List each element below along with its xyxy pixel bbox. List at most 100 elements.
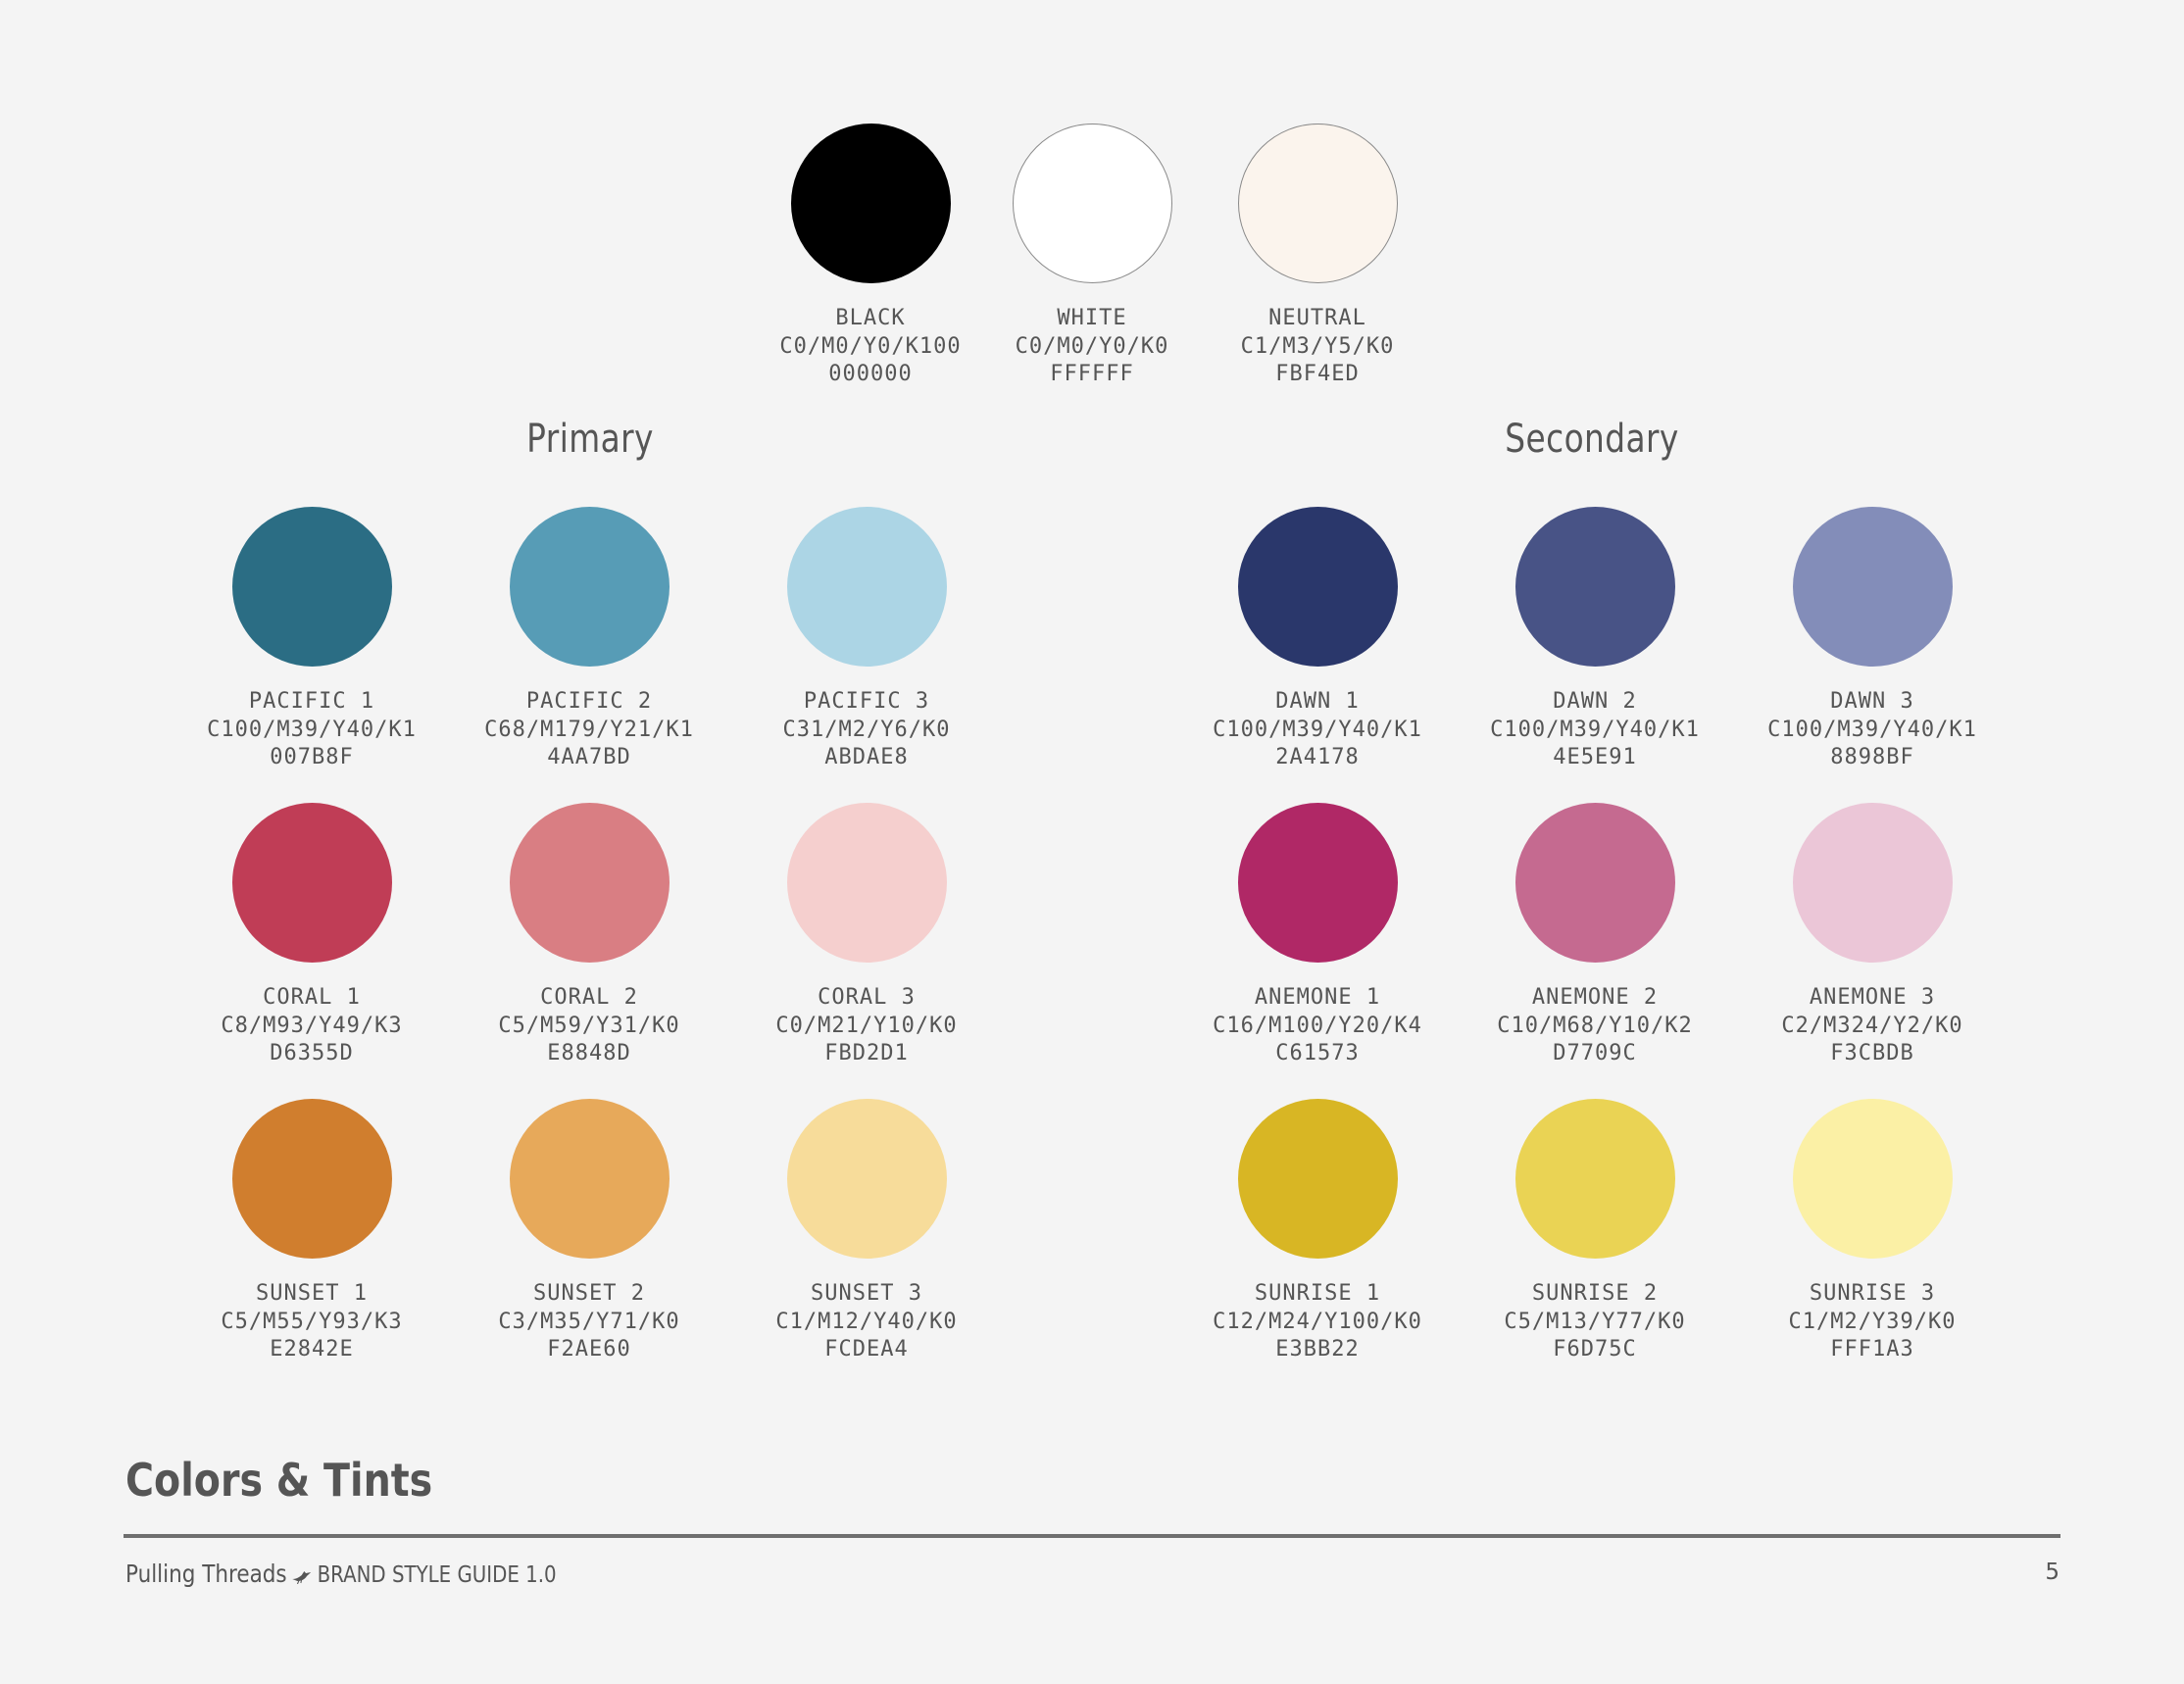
swatch-name: DAWN 2 [1553, 689, 1637, 714]
swatch-hex: 007B8F [270, 745, 354, 769]
swatch-label: CORAL 1 C8/M93/Y49/K3 D6355D [165, 984, 459, 1068]
swatch-sunset-2: SUNSET 2 C3/M35/Y71/K0 F2AE60 [442, 1099, 736, 1364]
swatch-label: SUNRISE 2 C5/M13/Y77/K0 F6D75C [1448, 1280, 1742, 1364]
swatch-hex: E3BB22 [1275, 1337, 1360, 1362]
swatch-pacific-1: PACIFIC 1 C100/M39/Y40/K1 007B8F [165, 507, 459, 772]
swatch-name: DAWN 3 [1830, 689, 1914, 714]
swatch-circle [231, 1099, 392, 1259]
swatch-cmyk: C12/M24/Y100/K0 [1213, 1309, 1422, 1334]
swatch-cmyk: C1/M2/Y39/K0 [1788, 1309, 1957, 1334]
swatch-label: CORAL 2 C5/M59/Y31/K0 E8848D [442, 984, 736, 1068]
swatch-circle [231, 507, 392, 667]
swatch-label: SUNSET 1 C5/M55/Y93/K3 E2842E [165, 1280, 459, 1364]
swatch-circle [1237, 803, 1398, 963]
swatch-circle [509, 507, 670, 667]
swatch-hex: FFF1A3 [1830, 1337, 1914, 1362]
swatch-name: SUNSET 1 [256, 1281, 368, 1306]
primary-title: Primary [526, 417, 654, 462]
swatch-sunrise-1: SUNRISE 1 C12/M24/Y100/K0 E3BB22 [1170, 1099, 1464, 1364]
swatch-label: PACIFIC 1 C100/M39/Y40/K1 007B8F [165, 688, 459, 772]
swatch-hex: FBD2D1 [824, 1041, 909, 1065]
swatch-coral-3: CORAL 3 C0/M21/Y10/K0 FBD2D1 [720, 803, 1014, 1068]
swatch-label: ANEMONE 3 C2/M324/Y2/K0 F3CBDB [1725, 984, 2019, 1068]
swatch-label: SUNRISE 1 C12/M24/Y100/K0 E3BB22 [1170, 1280, 1464, 1364]
swatch-anemone-1: ANEMONE 1 C16/M100/Y20/K4 C61573 [1170, 803, 1464, 1068]
swatch-circle [1792, 1099, 1953, 1259]
swatch-circle [786, 803, 947, 963]
swatch-name: PACIFIC 2 [525, 689, 653, 714]
swatch-name: ANEMONE 1 [1254, 985, 1381, 1010]
swatch-cmyk: C8/M93/Y49/K3 [221, 1013, 403, 1038]
swatch-circle [1792, 507, 1953, 667]
swatch-circle [1792, 803, 1953, 963]
swatch-label: SUNSET 3 C1/M12/Y40/K0 FCDEA4 [720, 1280, 1014, 1364]
swatch-cmyk: C10/M68/Y10/K2 [1497, 1013, 1693, 1038]
swatch-label: DAWN 2 C100/M39/Y40/K1 4E5E91 [1448, 688, 1742, 772]
swatch-hex: C61573 [1275, 1041, 1360, 1065]
footer: Pulling Threads BRAND STYLE GUIDE 1.0 [125, 1560, 557, 1590]
swatch-name: SUNRISE 2 [1531, 1281, 1659, 1306]
swatch-name: SUNSET 2 [533, 1281, 645, 1306]
swatch-cmyk: C5/M59/Y31/K0 [498, 1013, 680, 1038]
swatch-circle [786, 1099, 947, 1259]
swatch-label: ANEMONE 2 C10/M68/Y10/K2 D7709C [1448, 984, 1742, 1068]
footer-brand: Pulling Threads [125, 1560, 287, 1588]
swatch-cmyk: C5/M55/Y93/K3 [221, 1309, 403, 1334]
swatch-label: NEUTRAL C1/M3/Y5/K0 FBF4ED [1170, 305, 1464, 389]
swatch-cmyk: C100/M39/Y40/K1 [207, 717, 417, 742]
swatch-cmyk: C0/M21/Y10/K0 [775, 1013, 958, 1038]
swatch-label: PACIFIC 2 C68/M179/Y21/K1 4AA7BD [442, 688, 736, 772]
swatch-name: SUNSET 3 [811, 1281, 922, 1306]
swatch-circle [1237, 507, 1398, 667]
swatch-pacific-2: PACIFIC 2 C68/M179/Y21/K1 4AA7BD [442, 507, 736, 772]
page-title: Colors & Tints [125, 1454, 433, 1507]
swatch-hex: E8848D [547, 1041, 631, 1065]
swatch-cmyk: C1/M3/Y5/K0 [1240, 333, 1395, 359]
swatch-label: DAWN 1 C100/M39/Y40/K1 2A4178 [1170, 688, 1464, 772]
swatch-hex: 2A4178 [1275, 745, 1360, 769]
swatch-cmyk: C5/M13/Y77/K0 [1504, 1309, 1686, 1334]
swatch-hex: D6355D [270, 1041, 354, 1065]
swatch-circle [790, 124, 951, 283]
swatch-anemone-2: ANEMONE 2 C10/M68/Y10/K2 D7709C [1448, 803, 1742, 1068]
swatch-hex: F2AE60 [547, 1337, 631, 1362]
swatch-pacific-3: PACIFIC 3 C31/M2/Y6/K0 ABDAE8 [720, 507, 1014, 772]
swatch-dawn-2: DAWN 2 C100/M39/Y40/K1 4E5E91 [1448, 507, 1742, 772]
swatch-name: ANEMONE 3 [1809, 985, 1936, 1010]
swatch-cmyk: C68/M179/Y21/K1 [484, 717, 694, 742]
swatch-sunset-3: SUNSET 3 C1/M12/Y40/K0 FCDEA4 [720, 1099, 1014, 1364]
footer-subtitle: BRAND STYLE GUIDE 1.0 [317, 1562, 557, 1588]
swatch-sunset-1: SUNSET 1 C5/M55/Y93/K3 E2842E [165, 1099, 459, 1364]
swatch-circle [1237, 124, 1398, 283]
swatch-circle [1514, 803, 1675, 963]
swatch-label: CORAL 3 C0/M21/Y10/K0 FBD2D1 [720, 984, 1014, 1068]
swatch-hex: 8898BF [1830, 745, 1914, 769]
swatch-cmyk: C3/M35/Y71/K0 [498, 1309, 680, 1334]
swatch-circle [1514, 1099, 1675, 1259]
swatch-name: CORAL 2 [540, 985, 638, 1010]
swatch-sunrise-3: SUNRISE 3 C1/M2/Y39/K0 FFF1A3 [1725, 1099, 2019, 1364]
swatch-label: SUNSET 2 C3/M35/Y71/K0 F2AE60 [442, 1280, 736, 1364]
swatch-name: DAWN 1 [1275, 689, 1360, 714]
swatch-cmyk: C16/M100/Y20/K4 [1213, 1013, 1422, 1038]
swatch-dawn-1: DAWN 1 C100/M39/Y40/K1 2A4178 [1170, 507, 1464, 772]
swatch-name: PACIFIC 3 [803, 689, 930, 714]
swatch-circle [231, 803, 392, 963]
swatch-hex: ABDAE8 [824, 745, 909, 769]
swatch-neutral: NEUTRAL C1/M3/Y5/K0 FBF4ED [1170, 124, 1464, 389]
swatch-name: CORAL 3 [818, 985, 916, 1010]
swatch-label: DAWN 3 C100/M39/Y40/K1 8898BF [1725, 688, 2019, 772]
swatch-label: ANEMONE 1 C16/M100/Y20/K4 C61573 [1170, 984, 1464, 1068]
page-number: 5 [2045, 1560, 2060, 1585]
swatch-circle [1237, 1099, 1398, 1259]
swatch-hex: F3CBDB [1830, 1041, 1914, 1065]
swatch-hex: 4AA7BD [547, 745, 631, 769]
swatch-label: PACIFIC 3 C31/M2/Y6/K0 ABDAE8 [720, 688, 1014, 772]
swatch-hex: F6D75C [1553, 1337, 1637, 1362]
swatch-circle [1514, 507, 1675, 667]
secondary-title: Secondary [1505, 417, 1679, 462]
bird-icon [292, 1561, 313, 1590]
swatch-circle [509, 1099, 670, 1259]
swatch-name: CORAL 1 [263, 985, 361, 1010]
swatch-coral-2: CORAL 2 C5/M59/Y31/K0 E8848D [442, 803, 736, 1068]
